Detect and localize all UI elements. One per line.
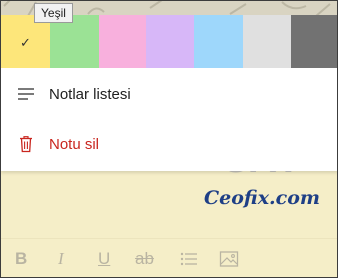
format-toolbar: B I U ab (1, 238, 337, 278)
color-swatch-gray[interactable] (243, 15, 291, 68)
bold-button[interactable]: B (15, 249, 27, 269)
color-swatch-blue[interactable] (194, 15, 243, 68)
notes-list-menu-item[interactable]: Notlar listesi (1, 70, 338, 120)
watermark-site: Ceofix.com (204, 187, 320, 209)
color-swatch-pink[interactable] (99, 15, 146, 68)
notes-list-label: Notlar listesi (49, 86, 131, 103)
color-tooltip: Yeşil (34, 3, 73, 23)
color-swatch-purple[interactable] (146, 15, 194, 68)
underline-button[interactable]: U (98, 249, 110, 269)
list-lines-icon (18, 88, 34, 100)
color-swatch-charcoal[interactable] (291, 15, 338, 68)
note-menu: Notlar listesi Notu sil (1, 68, 338, 171)
delete-note-label: Notu sil (49, 136, 100, 153)
italic-button[interactable]: I (58, 249, 64, 269)
strikethrough-button[interactable]: ab (135, 249, 154, 269)
bullet-list-icon[interactable] (180, 249, 198, 269)
trash-icon (20, 136, 32, 153)
delete-note-menu-item[interactable]: Notu sil (1, 120, 338, 170)
image-icon[interactable] (219, 249, 239, 269)
check-icon: ✓ (20, 35, 31, 50)
